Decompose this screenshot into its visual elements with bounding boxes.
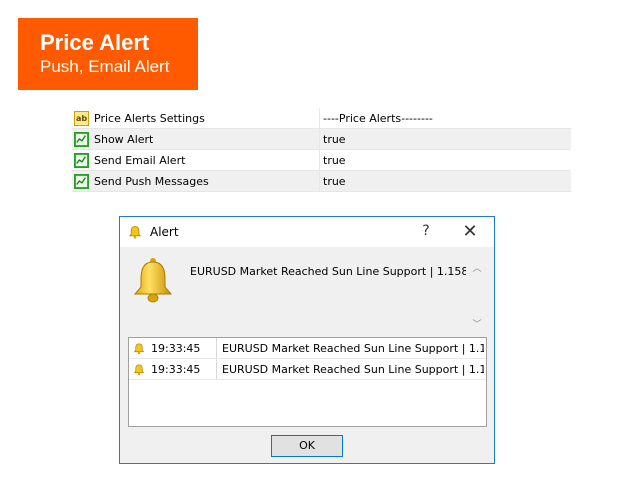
bool-chart-icon — [74, 131, 89, 147]
scroll-down-icon[interactable]: ﹀ — [470, 317, 484, 330]
message-area: EURUSD Market Reached Sun Line Support |… — [120, 247, 494, 335]
banner-subtitle: Push, Email Alert — [40, 57, 170, 76]
settings-row-price-alerts[interactable]: ab Price Alerts Settings ----Price Alert… — [72, 108, 571, 129]
alert-time: 19:33:45 — [151, 341, 201, 355]
alert-message: EURUSD Market Reached Sun Line Support |… — [190, 265, 466, 278]
banner-title: Price Alert — [40, 30, 150, 55]
alert-text: EURUSD Market Reached Sun Line Support |… — [222, 341, 484, 355]
bell-icon — [133, 363, 145, 375]
setting-value[interactable]: true — [320, 175, 346, 188]
alert-dialog: Alert ? ✕ EURUSD Market Reached Sun Line… — [119, 216, 495, 464]
setting-name: Price Alerts Settings — [94, 111, 205, 125]
bell-icon — [133, 342, 145, 354]
dialog-titlebar[interactable]: Alert ? ✕ — [120, 217, 494, 247]
dialog-title: Alert — [150, 225, 179, 239]
bool-chart-icon — [74, 173, 89, 189]
list-item[interactable]: 19:33:45 EURUSD Market Reached Sun Line … — [129, 359, 486, 380]
settings-row-send-email[interactable]: Send Email Alert true — [72, 150, 571, 171]
scroll-up-icon[interactable]: ︿ — [470, 261, 484, 274]
message-scrollbar[interactable]: ︿ ﹀ — [470, 261, 484, 331]
settings-row-show-alert[interactable]: Show Alert true — [72, 129, 571, 150]
bell-icon — [133, 258, 173, 303]
alert-text: EURUSD Market Reached Sun Line Support |… — [222, 362, 484, 376]
alert-history-list[interactable]: 19:33:45 EURUSD Market Reached Sun Line … — [128, 337, 487, 427]
setting-name: Send Push Messages — [94, 174, 209, 188]
setting-value[interactable]: ----Price Alerts-------- — [320, 112, 433, 125]
list-item[interactable]: 19:33:45 EURUSD Market Reached Sun Line … — [129, 338, 486, 359]
setting-value[interactable]: true — [320, 133, 346, 146]
setting-name: Send Email Alert — [94, 153, 186, 167]
help-button[interactable]: ? — [416, 223, 436, 239]
setting-value[interactable]: true — [320, 154, 346, 167]
bell-icon — [128, 226, 142, 239]
ab-text-icon: ab — [74, 110, 89, 126]
settings-row-send-push[interactable]: Send Push Messages true — [72, 171, 571, 192]
alert-time: 19:33:45 — [151, 362, 201, 376]
settings-grid: ab Price Alerts Settings ----Price Alert… — [72, 108, 571, 192]
setting-name: Show Alert — [94, 132, 154, 146]
ok-button[interactable]: OK — [271, 435, 343, 457]
bool-chart-icon — [74, 152, 89, 168]
price-alert-banner: Price Alert Push, Email Alert — [18, 18, 198, 90]
close-button[interactable]: ✕ — [456, 221, 484, 242]
